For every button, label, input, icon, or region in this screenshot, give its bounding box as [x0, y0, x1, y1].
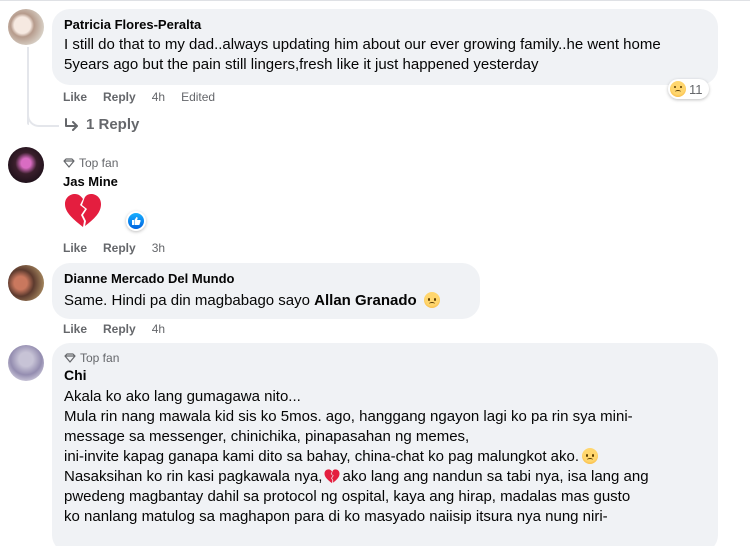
- comment-author[interactable]: Chi: [64, 367, 706, 383]
- top-fan-badge: Top fan: [63, 156, 118, 170]
- comment-actions: Like Reply 4h Edited: [63, 90, 215, 104]
- comment-bubble: Top fan Chi Akala ko ako lang gumagawa n…: [52, 343, 718, 546]
- comments-section: Patricia Flores-Peralta I still do that …: [0, 0, 750, 546]
- timestamp[interactable]: 3h: [152, 241, 165, 255]
- comment-line: Akala ko ako lang gumagawa nito...: [64, 388, 301, 405]
- reaction-count-badge[interactable]: 11: [668, 79, 709, 99]
- view-replies-label: 1 Reply: [86, 116, 140, 133]
- comment-line-text: ini-invite kapag ganapa kami dito sa bah…: [64, 448, 580, 465]
- reply-button[interactable]: Reply: [103, 90, 136, 104]
- comment-line: Mula rin nang mawala kid sis ko 5mos. ag…: [64, 408, 633, 425]
- top-fan-label: Top fan: [80, 351, 120, 365]
- broken-heart-icon: [324, 469, 340, 484]
- comment-line: pwedeng magbantay dahil sa protocol ng o…: [64, 488, 631, 505]
- comment-line-text: Nasaksihan ko rin kasi pagkawala nya,: [64, 468, 323, 485]
- broken-heart-icon: [64, 193, 102, 234]
- like-button[interactable]: Like: [63, 90, 87, 104]
- comment-text: I still do that to my dad..always updati…: [64, 36, 661, 73]
- view-replies-link[interactable]: 1 Reply: [64, 116, 139, 133]
- timestamp[interactable]: 4h: [152, 322, 165, 336]
- comment-actions: Like Reply 4h: [63, 322, 165, 336]
- comment-text-body: Same. Hindi pa din magbabago sayo: [64, 292, 310, 309]
- comment-line-text: ako lang ang nandun sa tabi nya, isa lan…: [342, 468, 649, 485]
- avatar[interactable]: [8, 265, 44, 301]
- sad-face-icon: [423, 292, 440, 308]
- comment-bubble: Patricia Flores-Peralta I still do that …: [52, 9, 718, 85]
- edited-label: Edited: [181, 90, 216, 104]
- thread-connector: [27, 105, 59, 127]
- comment-line: message sa messenger, chinichika, pinapa…: [64, 428, 470, 445]
- sad-face-icon: [582, 448, 599, 464]
- top-fan-badge: Top fan: [64, 351, 706, 365]
- diamond-icon: [63, 158, 75, 168]
- top-fan-label: Top fan: [79, 156, 119, 170]
- comment-author[interactable]: Dianne Mercado Del Mundo: [64, 271, 468, 287]
- comment-line: Nasaksihan ko rin kasi pagkawala nya, ako…: [64, 467, 706, 487]
- avatar[interactable]: [8, 345, 44, 381]
- like-button[interactable]: Like: [63, 322, 87, 336]
- like-reaction-icon: [128, 213, 144, 229]
- reply-button[interactable]: Reply: [103, 322, 136, 336]
- comment-author[interactable]: Patricia Flores-Peralta: [64, 17, 706, 33]
- comment-actions: Like Reply 3h: [63, 241, 165, 255]
- comment-author[interactable]: Jas Mine: [63, 174, 118, 189]
- comment-bubble: Dianne Mercado Del Mundo Same. Hindi pa …: [52, 263, 480, 319]
- sad-reaction-icon: [670, 81, 686, 97]
- avatar[interactable]: [8, 147, 44, 183]
- reply-button[interactable]: Reply: [103, 241, 136, 255]
- reply-arrow-icon: [65, 117, 78, 131]
- diamond-icon: [64, 353, 76, 363]
- like-reaction-badge[interactable]: [126, 211, 146, 231]
- comment-line: ini-invite kapag ganapa kami dito sa bah…: [64, 447, 706, 467]
- comment-text: Akala ko ako lang gumagawa nito... Mula …: [64, 387, 706, 527]
- avatar[interactable]: [8, 9, 44, 45]
- like-button[interactable]: Like: [63, 241, 87, 255]
- timestamp[interactable]: 4h: [152, 90, 165, 104]
- comment-text: Same. Hindi pa din magbabago sayo Allan …: [64, 291, 468, 311]
- comment-line: ko nanlang matulog sa maghapon para di k…: [64, 508, 608, 525]
- reaction-count: 11: [689, 81, 703, 97]
- mention-link[interactable]: Allan Granado: [314, 292, 417, 309]
